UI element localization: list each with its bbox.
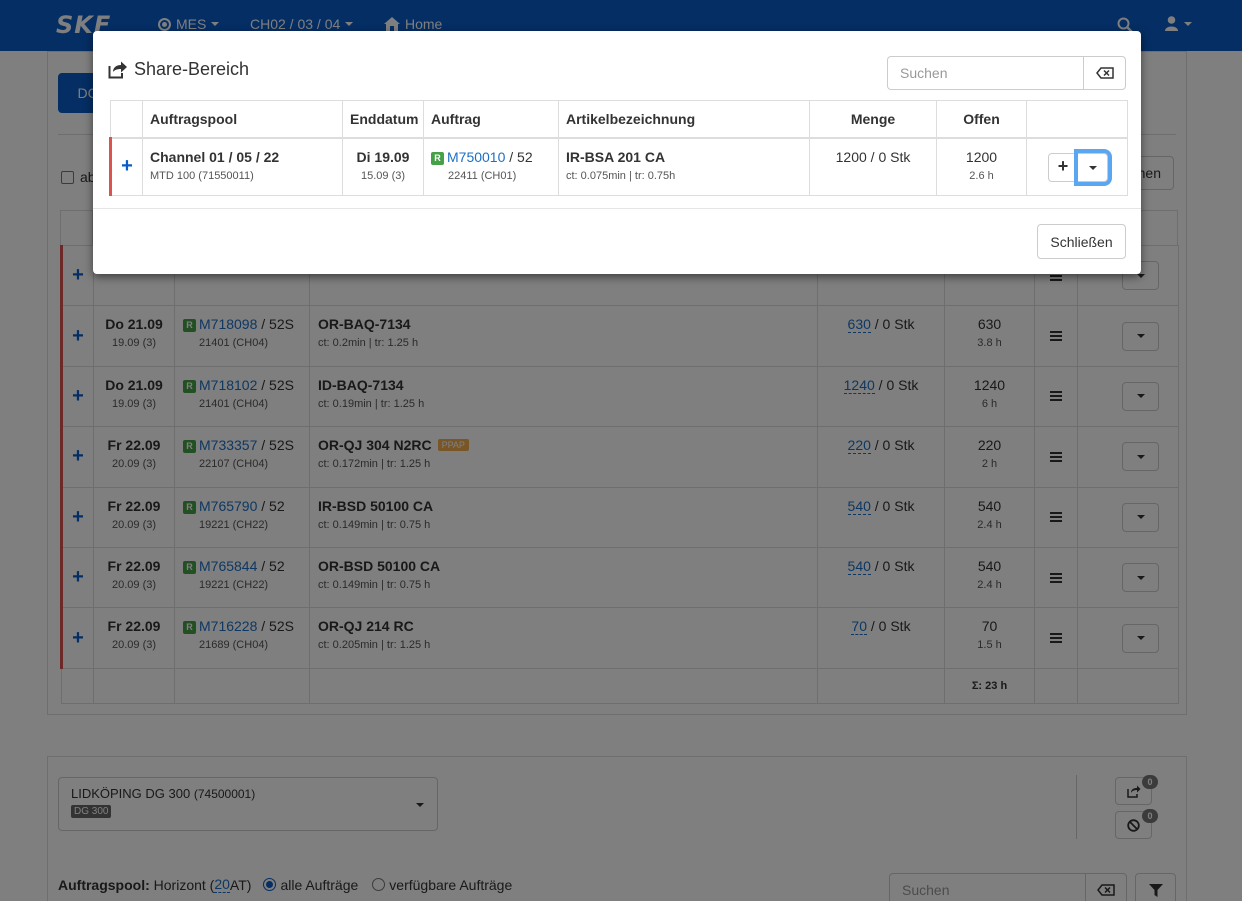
header-empty: [110, 100, 143, 139]
more-options-dropdown-button[interactable]: [1078, 153, 1108, 182]
header-quantity: Menge: [809, 100, 937, 139]
backspace-icon: [1095, 67, 1114, 79]
cell-order: R M750010 / 52 22411 (CH01): [423, 137, 559, 196]
order-sub: 22411 (CH01): [448, 170, 517, 182]
cell-end-date: Di 19.09 15.09 (3): [342, 137, 424, 196]
open-sub: 2.6 h: [969, 170, 994, 182]
modal-title: Share-Bereich: [108, 59, 249, 80]
header-article: Artikelbezeichnung: [558, 100, 810, 139]
header-order: Auftrag: [423, 100, 559, 139]
end-sub: 15.09 (3): [360, 170, 406, 182]
pool-sub: MTD 100 (71550011): [150, 170, 254, 182]
add-button[interactable]: +: [1048, 153, 1078, 182]
share-table: Auftragspool Enddatum Auftrag Artikelbez…: [109, 100, 1128, 196]
header-open: Offen: [936, 100, 1027, 139]
share-icon: [108, 61, 127, 78]
modal-search-group: Suchen: [887, 56, 1126, 90]
action-button-group: +: [1048, 153, 1108, 182]
expand-row-button[interactable]: +: [109, 137, 143, 196]
close-button[interactable]: Schließen: [1037, 224, 1126, 259]
article-main: IR-BSA 201 CA: [566, 149, 666, 165]
share-area-modal: Share-Bereich Suchen Auftragspool Enddat…: [93, 31, 1141, 274]
share-table-header: Auftragspool Enddatum Auftrag Artikelbez…: [110, 100, 1128, 139]
share-table-row: + Channel 01 / 05 / 22 MTD 100 (71550011…: [109, 137, 1128, 196]
cell-actions: +: [1026, 137, 1128, 196]
header-pool: Auftragspool: [142, 100, 343, 139]
modal-body: Share-Bereich Suchen Auftragspool Enddat…: [93, 31, 1141, 209]
modal-clear-search-button[interactable]: [1083, 56, 1126, 90]
order-link[interactable]: M750010: [447, 149, 505, 165]
cell-article: IR-BSA 201 CA ct: 0.075min | tr: 0.75h: [558, 137, 810, 196]
pool-main: Channel 01 / 05 / 22: [150, 149, 280, 165]
article-sub: ct: 0.075min | tr: 0.75h: [566, 170, 676, 182]
order-suffix: / 52: [505, 149, 533, 165]
end-main: Di 19.09: [356, 149, 410, 165]
chevron-down-icon: [1088, 165, 1097, 170]
open-main: 1200: [965, 149, 998, 165]
header-end-date: Enddatum: [342, 100, 424, 139]
modal-title-text: Share-Bereich: [134, 59, 250, 79]
cell-pool: Channel 01 / 05 / 22 MTD 100 (71550011): [142, 137, 343, 196]
modal-search-input[interactable]: Suchen: [887, 56, 1083, 90]
cell-open: 1200 2.6 h: [936, 137, 1027, 196]
header-actions: [1026, 100, 1128, 139]
release-badge: R: [431, 152, 444, 165]
cell-quantity: 1200 / 0 Stk: [809, 137, 937, 196]
